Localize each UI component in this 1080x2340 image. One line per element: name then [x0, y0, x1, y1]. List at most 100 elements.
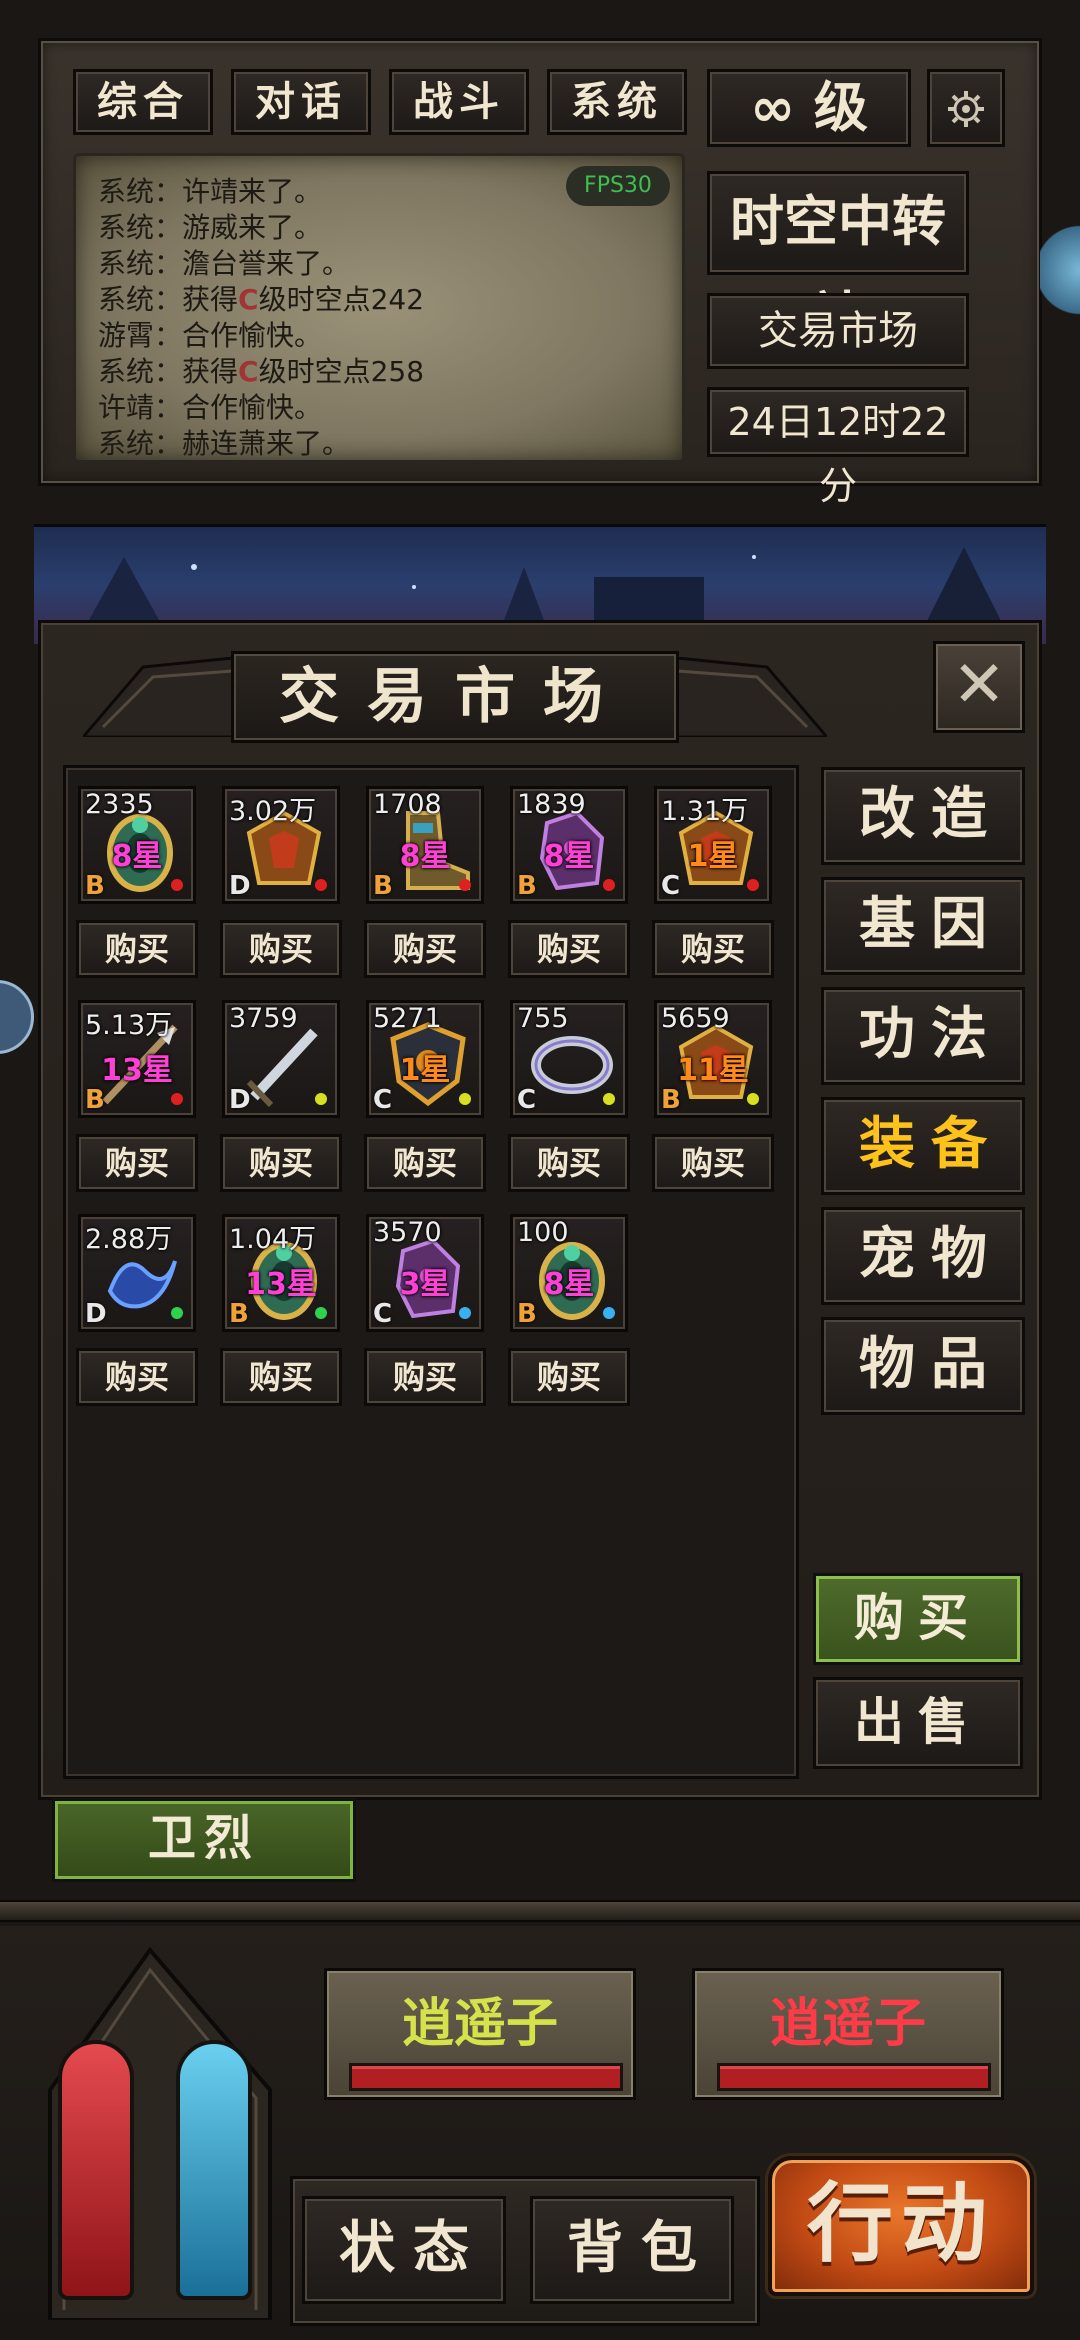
buy-item-button[interactable]: 购买 [364, 1348, 486, 1406]
npc-button[interactable]: 卫烈 [52, 1798, 356, 1882]
item-grid: 2335 8星 B 购买 3.02万 D 购买 1708 8星 B 购买 1839 8星 B 购买 1.31万… [63, 765, 799, 1779]
item-slot[interactable]: 1708 8星 B [366, 786, 484, 904]
chat-speaker: 许靖： [98, 391, 183, 424]
item-stars: 8星 [399, 839, 451, 874]
item-stars: 11星 [677, 1053, 749, 1088]
item-grade: B [85, 1085, 105, 1115]
item-slot[interactable]: 1.04万 13星 B [222, 1214, 340, 1332]
buy-item-button[interactable]: 购买 [220, 920, 342, 978]
chat-speaker: 系统： [98, 175, 183, 208]
item-slot[interactable]: 1839 8星 B [510, 786, 628, 904]
category-3[interactable]: 装备 [821, 1097, 1025, 1195]
buy-item-button[interactable]: 购买 [364, 920, 486, 978]
tab-general[interactable]: 综合 [73, 69, 213, 135]
item-slot[interactable]: 755 C [510, 1000, 628, 1118]
item-grade: B [373, 871, 393, 901]
item-stars: 8星 [543, 1267, 595, 1302]
item-slot[interactable]: 5.13万 13星 B [78, 1000, 196, 1118]
tab-dialogue[interactable]: 对话 [231, 69, 371, 135]
close-button[interactable]: ✕ [933, 641, 1025, 733]
chat-text: 赫连萧来了。 [182, 427, 351, 460]
item-grade: B [517, 871, 537, 901]
chat-log[interactable]: FPS30 系统：许靖来了。 系统：游威来了。 系统：澹台誉来了。 系统：获得C级时空… [73, 153, 685, 463]
quality-dot [171, 1093, 183, 1105]
quality-dot [459, 1307, 471, 1319]
item-stars: 1星 [687, 839, 739, 874]
item-slot[interactable]: 100 8星 B [510, 1214, 628, 1332]
sell-mode-button[interactable]: 出售 [813, 1677, 1023, 1769]
item-price: 755 [517, 1003, 569, 1034]
chat-line: 系统：澹台誉来了。 [98, 242, 350, 282]
item-stars: 1星 [399, 1053, 451, 1088]
category-2[interactable]: 功法 [821, 987, 1025, 1085]
item-stars: 8星 [111, 839, 163, 874]
quality-dot [603, 1093, 615, 1105]
target-name: 逍遥子 [401, 1994, 558, 2054]
item-grade: C [373, 1299, 393, 1329]
item-slot[interactable]: 5659 11星 B [654, 1000, 772, 1118]
buy-item-button[interactable]: 购买 [508, 920, 630, 978]
quality-dot [459, 1093, 471, 1105]
bag-button[interactable]: 背包 [530, 2196, 734, 2304]
action-button[interactable]: 行动 [768, 2156, 1034, 2296]
category-5[interactable]: 物品 [821, 1317, 1025, 1415]
item-slot[interactable]: 3.02万 D [222, 786, 340, 904]
game-time: 24日12时22分 [707, 387, 969, 508]
status-button[interactable]: 状态 [302, 2196, 506, 2304]
buy-item-button[interactable]: 购买 [652, 920, 774, 978]
quality-dot [603, 879, 615, 891]
buy-item-button[interactable]: 购买 [364, 1134, 486, 1192]
mp-vial [176, 2040, 252, 2300]
category-4[interactable]: 宠物 [821, 1207, 1025, 1305]
side-sleep-icon[interactable] [0, 980, 34, 1054]
buy-mode-button[interactable]: 购买 [813, 1573, 1023, 1665]
level-display: ∞ 级 [707, 69, 911, 147]
gear-icon [948, 91, 984, 127]
item-price: 1839 [517, 789, 586, 820]
quality-dot [603, 1307, 615, 1319]
side-orb-decoration [1040, 210, 1080, 330]
item-slot[interactable]: 1.31万 1星 C [654, 786, 772, 904]
item-slot[interactable]: 3759 D [222, 1000, 340, 1118]
chat-grade: C [238, 355, 259, 388]
item-stars: 13星 [101, 1053, 173, 1088]
target-card-1[interactable]: 逍遥子 [324, 1968, 636, 2100]
chat-speaker: 系统： [98, 283, 183, 316]
tab-battle[interactable]: 战斗 [389, 69, 529, 135]
chat-line: 系统：获得C级时空点258 [98, 350, 424, 390]
item-grade: D [85, 1299, 107, 1329]
item-grade: C [661, 871, 681, 901]
item-grade: D [229, 1085, 251, 1115]
chat-speaker: 系统： [98, 247, 183, 280]
target-card-2[interactable]: 逍遥子 [692, 1968, 1004, 2100]
chat-line: 许靖：合作愉快。 [98, 386, 322, 426]
item-slot[interactable]: 2.88万 D [78, 1214, 196, 1332]
buy-item-button[interactable]: 购买 [220, 1348, 342, 1406]
item-price: 5659 [661, 1003, 730, 1034]
market-panel: 交易市场 ✕ 2335 8星 B 购买 3.02万 D 购买 1708 8星 B 购买 1839 8星 B… [38, 620, 1042, 1800]
item-slot[interactable]: 2335 8星 B [78, 786, 196, 904]
item-grade: B [517, 1299, 537, 1329]
buy-item-button[interactable]: 购买 [220, 1134, 342, 1192]
quality-dot [747, 879, 759, 891]
tab-system[interactable]: 系统 [547, 69, 687, 135]
buy-item-button[interactable]: 购买 [508, 1134, 630, 1192]
buy-item-button[interactable]: 购买 [508, 1348, 630, 1406]
buy-item-button[interactable]: 购买 [76, 1134, 198, 1192]
category-1[interactable]: 基因 [821, 877, 1025, 975]
item-price: 2.88万 [85, 1224, 173, 1255]
item-price: 2335 [85, 789, 154, 820]
item-slot[interactable]: 3570 3星 C [366, 1214, 484, 1332]
item-price: 3759 [229, 1003, 298, 1034]
chat-text: 澹台誉来了。 [182, 247, 351, 280]
chat-text: 获得 [182, 355, 239, 388]
settings-button[interactable] [927, 69, 1005, 147]
item-slot[interactable]: 5271 1星 C [366, 1000, 484, 1118]
sub-location[interactable]: 交易市场 [707, 293, 969, 369]
chat-text: 合作愉快。 [182, 391, 323, 424]
buy-item-button[interactable]: 购买 [76, 1348, 198, 1406]
buy-item-button[interactable]: 购买 [76, 920, 198, 978]
buy-item-button[interactable]: 购买 [652, 1134, 774, 1192]
category-0[interactable]: 改造 [821, 767, 1025, 865]
item-price: 1.31万 [661, 796, 749, 827]
